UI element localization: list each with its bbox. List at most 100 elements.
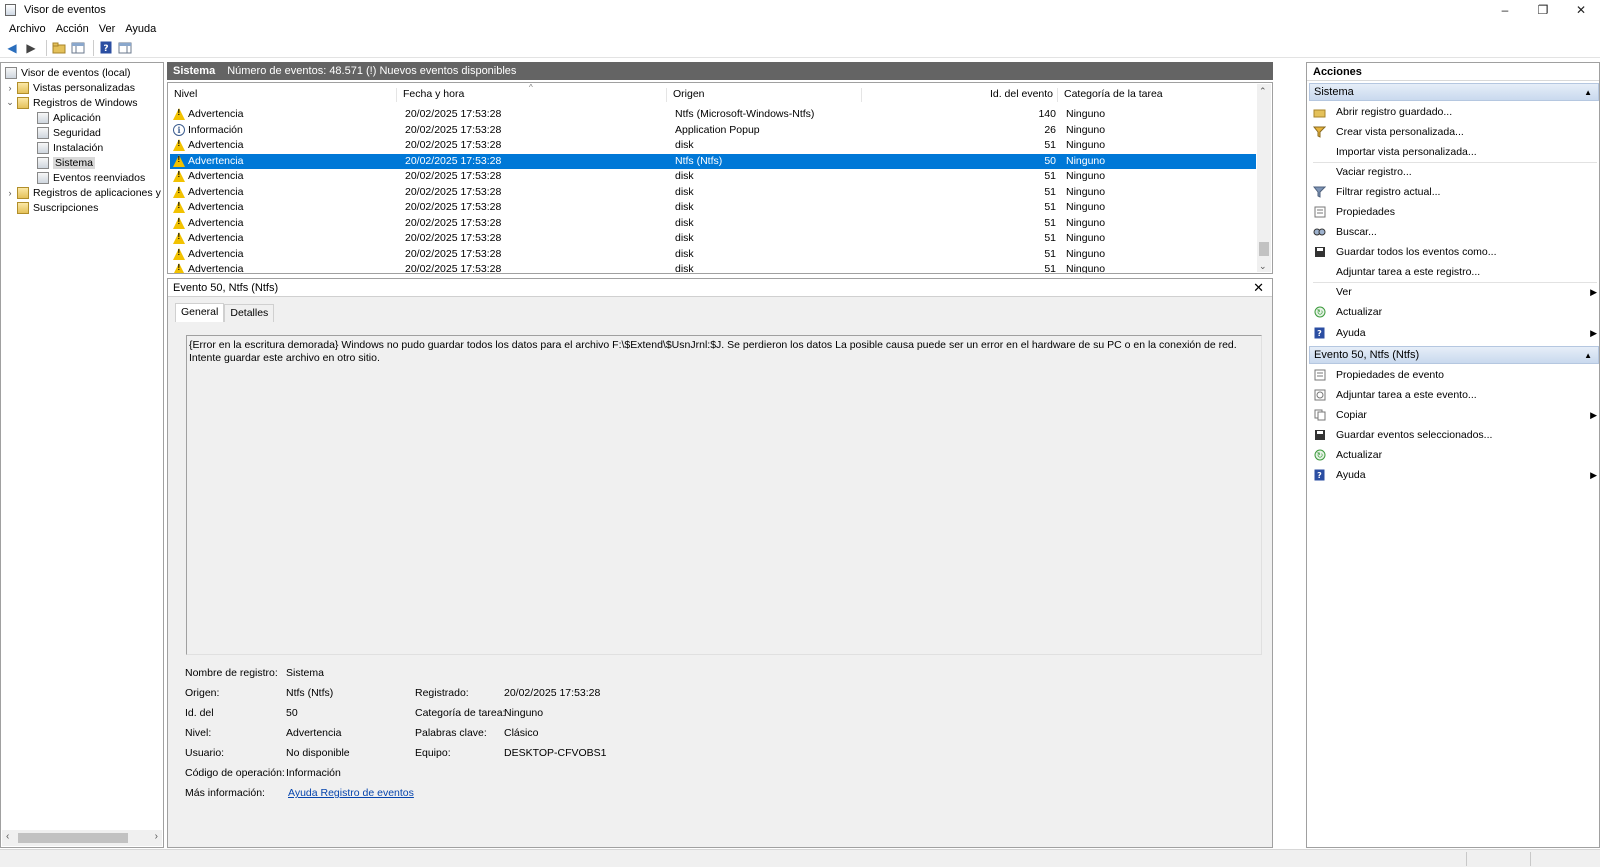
action-item[interactable]: Importar vista personalizada... [1313,143,1599,161]
show-hide-tree-icon[interactable] [70,40,86,56]
back-arrow-icon[interactable]: ◀ [4,40,20,56]
cell-date: 20/02/2025 17:53:28 [405,247,502,260]
action-item[interactable]: Adjuntar tarea a este registro... [1313,263,1599,281]
scroll-thumb[interactable] [18,833,128,843]
blank-icon [1313,286,1326,299]
action-item[interactable]: Abrir registro guardado... [1313,103,1599,121]
action-item[interactable]: Crear vista personalizada... [1313,123,1599,141]
up-folder-icon[interactable] [51,40,67,56]
column-header-nivel[interactable]: Nivel [168,88,397,102]
chevron-right-icon[interactable]: › [5,83,15,93]
scroll-down-icon[interactable]: ⌄ [1259,261,1267,272]
menu-ayuda[interactable]: Ayuda [120,23,161,35]
tree-item-vistas[interactable]: › Vistas personalizadas [5,80,135,95]
tree-item-eventos-reenviados[interactable]: Eventos reenviados [35,170,145,185]
action-item[interactable]: Buscar... [1313,223,1599,241]
table-row[interactable]: ! Advertencia 20/02/2025 17:53:28 disk 51 Nin… [170,262,1256,274]
cell-id: 51 [1044,185,1056,198]
action-item[interactable]: Vaciar registro... [1313,163,1599,181]
cell-date: 20/02/2025 17:53:28 [405,123,502,136]
table-row[interactable]: ! Advertencia 20/02/2025 17:53:28 disk 51 Nin… [170,216,1256,232]
tab-general[interactable]: General [175,303,225,322]
tree-item-sistema[interactable]: Sistema [35,155,95,170]
tree-item-suscripciones[interactable]: Suscripciones [15,200,98,215]
action-item[interactable]: Adjuntar tarea a este evento... [1313,386,1599,404]
table-row[interactable]: ! Advertencia 20/02/2025 17:53:28 disk 51 Nin… [170,200,1256,216]
tree-item-visor-local[interactable]: Visor de eventos (local) [5,65,131,80]
action-item[interactable]: Ver ▶ [1313,283,1599,301]
cell-source: disk [675,263,694,274]
action-item[interactable]: ? Ayuda ▶ [1313,324,1599,342]
table-row[interactable]: ! Advertencia 20/02/2025 17:53:28 disk 51 Nin… [170,185,1256,201]
tree-item-seguridad[interactable]: Seguridad [35,125,101,140]
action-item[interactable]: ↻ Actualizar [1313,446,1599,464]
menu-accion[interactable]: Acción [51,23,94,35]
actions-section-sistema[interactable]: Sistema ▲ [1309,83,1599,101]
scroll-right-icon[interactable]: › [155,831,158,842]
action-label: Adjuntar tarea a este evento... [1336,389,1477,401]
scroll-up-icon[interactable]: ⌃ [1259,86,1267,97]
table-row[interactable]: i Información 20/02/2025 17:53:28 Applicati… [170,123,1256,139]
cell-id: 51 [1044,170,1056,182]
scroll-thumb[interactable] [1259,242,1269,256]
more-info-link[interactable]: Ayuda Registro de eventos [288,787,414,799]
tree-item-instalacion[interactable]: Instalación [35,140,103,155]
table-row[interactable]: ! Advertencia 20/02/2025 17:53:28 disk 51 Nin… [170,247,1256,263]
svg-text:?: ? [1317,471,1322,480]
cell-id: 140 [1038,108,1056,120]
column-header-categoria[interactable]: Categoría de la tarea [1058,88,1254,102]
table-row[interactable]: ! Advertencia 20/02/2025 17:53:28 Ntfs (Mic… [170,107,1256,123]
cell-category: Ninguno [1066,123,1106,136]
restore-button[interactable]: ❐ [1524,0,1562,20]
event-count: Número de eventos: 48.571 (!) Nuevos eve… [227,65,517,77]
table-row[interactable]: ! Advertencia 20/02/2025 17:53:28 disk 51 Nin… [170,169,1256,185]
action-item[interactable]: Filtrar registro actual... [1313,183,1599,201]
scroll-left-icon[interactable]: ‹ [6,831,9,842]
chevron-down-icon[interactable]: ⌄ [5,97,15,108]
collapse-icon[interactable]: ▲ [1584,88,1592,97]
action-item[interactable]: Propiedades [1313,203,1599,221]
svg-text:↻: ↻ [1316,451,1323,460]
event-message[interactable]: {Error en la escritura demorada} Windows… [186,335,1262,655]
action-item[interactable]: Copiar ▶ [1313,406,1599,424]
cell-source: disk [675,247,694,260]
field-value: Clásico [504,727,539,739]
actions-section-evento[interactable]: Evento 50, Ntfs (Ntfs) ▲ [1309,346,1599,364]
action-item[interactable]: ↻ Actualizar [1313,303,1599,321]
menu-ver[interactable]: Ver [94,23,121,35]
menu-archivo[interactable]: Archivo [4,23,51,35]
action-item[interactable]: Guardar todos los eventos como... [1313,243,1599,261]
action-item[interactable]: ? Ayuda ▶ [1313,466,1599,484]
table-row[interactable]: ! Advertencia 20/02/2025 17:53:28 Ntfs (Ntf… [170,153,1256,169]
field-value: Ninguno [504,707,544,719]
table-vertical-scrollbar[interactable]: ⌃ ⌄ [1257,84,1271,272]
column-header-id[interactable]: Id. del evento [862,88,1058,102]
table-row[interactable]: ! Advertencia 20/02/2025 17:53:28 disk 51 Nin… [170,138,1256,154]
tree-item-registros-aplicaciones[interactable]: › Registros de aplicaciones y s [5,185,163,200]
chevron-right-icon[interactable]: › [5,188,15,198]
cell-date: 20/02/2025 17:53:28 [405,263,502,274]
action-item[interactable]: Propiedades de evento [1313,366,1599,384]
minimize-button[interactable]: – [1486,0,1524,20]
action-label: Abrir registro guardado... [1336,106,1453,118]
forward-arrow-icon[interactable]: ▶ [23,40,39,56]
tree-horizontal-scrollbar[interactable]: ‹ › [2,830,162,846]
field-label: Código de operación: [185,767,285,779]
blank-icon [1313,166,1326,179]
tree-item-aplicacion[interactable]: Aplicación [35,110,101,125]
action-item[interactable]: Guardar eventos seleccionados... [1313,426,1599,444]
open-folder-icon [1313,106,1326,119]
cell-date: 20/02/2025 17:53:28 [405,139,502,151]
tab-detalles[interactable]: Detalles [224,304,275,322]
show-hide-action-pane-icon[interactable] [117,40,133,56]
cell-level: Advertencia [188,108,244,120]
log-icon [37,171,49,184]
close-icon[interactable]: ✕ [1253,280,1264,296]
close-window-button[interactable]: ✕ [1562,0,1600,20]
help-icon[interactable]: ? [98,40,114,56]
table-row[interactable]: ! Advertencia 20/02/2025 17:53:28 disk 51 Nin… [170,231,1256,247]
column-header-origen[interactable]: Origen [667,88,862,102]
collapse-icon[interactable]: ▲ [1584,351,1592,360]
action-label: Propiedades [1336,206,1395,218]
tree-item-registros-windows[interactable]: ⌄ Registros de Windows [5,95,137,110]
